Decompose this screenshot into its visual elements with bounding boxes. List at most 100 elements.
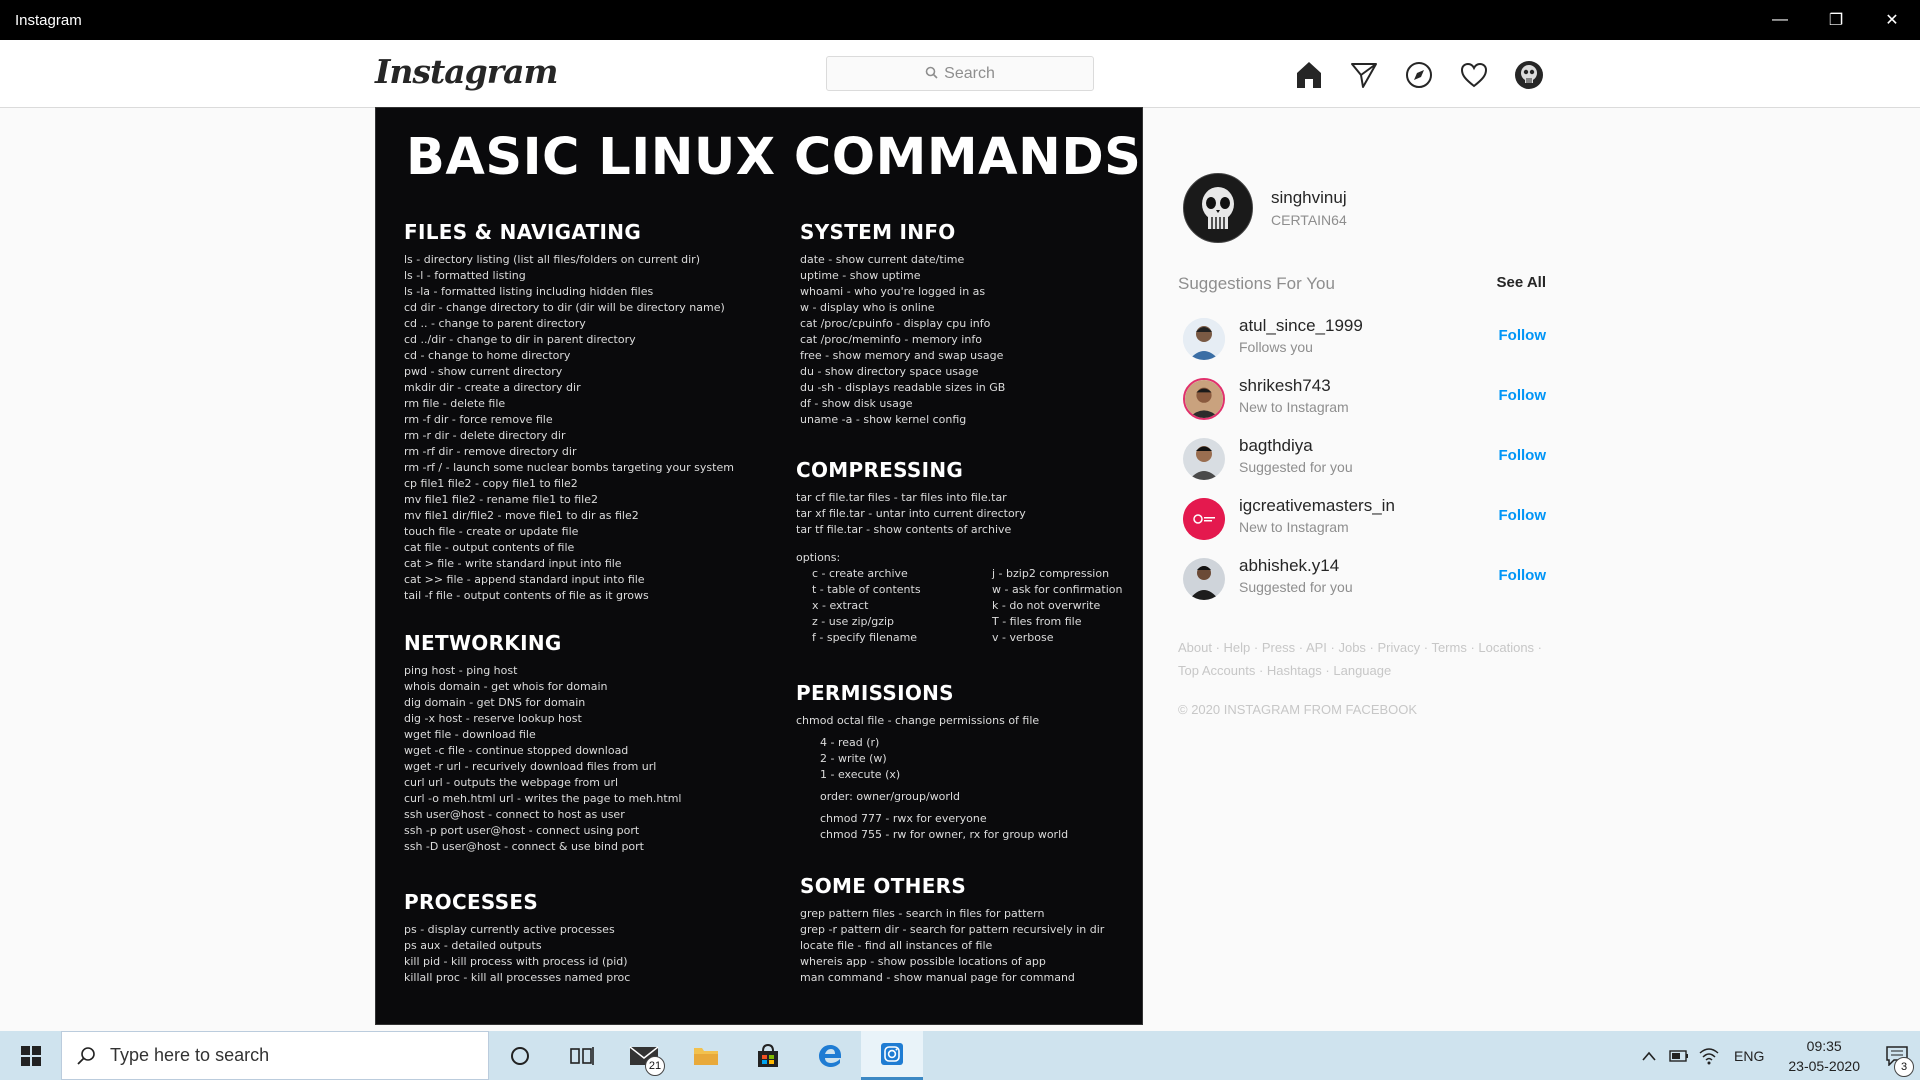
search-icon <box>925 66 938 82</box>
restore-button[interactable]: ❐ <box>1808 0 1864 40</box>
edge-browser-icon[interactable] <box>799 1031 861 1080</box>
command-line: T - files from file <box>992 615 1082 628</box>
command-line: rm file - delete file <box>404 397 506 410</box>
command-line: rm -r dir - delete directory dir <box>404 429 566 442</box>
footer-link-help[interactable]: Help <box>1224 640 1251 655</box>
suggestion-avatar[interactable] <box>1183 498 1225 540</box>
command-line: z - use zip/gzip <box>812 615 895 628</box>
minimize-button[interactable]: — <box>1752 0 1808 40</box>
command-line: cd .. - change to parent directory <box>404 317 586 330</box>
action-center-icon[interactable]: 3 <box>1874 1031 1920 1080</box>
section-lines: grep pattern files - search in files for… <box>800 906 1104 986</box>
clock[interactable]: 09:35 23-05-2020 <box>1774 1036 1874 1076</box>
follow-button[interactable]: Follow <box>1499 447 1547 464</box>
suggestion-avatar[interactable] <box>1183 438 1225 480</box>
command-line: rm -f dir - force remove file <box>404 413 553 426</box>
follow-button[interactable]: Follow <box>1499 327 1547 344</box>
post-image[interactable]: BASIC LINUX COMMANDS FILES & NAVIGATING … <box>375 107 1143 1025</box>
see-all-link[interactable]: See All <box>1497 274 1546 294</box>
follow-button[interactable]: Follow <box>1499 507 1547 524</box>
command-line: locate file - find all instances of file <box>800 939 993 952</box>
footer-link-press[interactable]: Press <box>1262 640 1295 655</box>
footer-link-hashtags[interactable]: Hashtags <box>1267 663 1322 678</box>
language-indicator[interactable]: ENG <box>1724 1048 1774 1064</box>
suggestion-username[interactable]: igcreativemasters_in <box>1239 496 1395 516</box>
command-line: x - extract <box>812 599 869 612</box>
task-view-icon[interactable] <box>551 1031 613 1080</box>
footer-link-jobs[interactable]: Jobs <box>1338 640 1365 655</box>
order-line: order: owner/group/world <box>820 790 960 803</box>
profile-avatar-icon[interactable] <box>1510 56 1547 93</box>
close-button[interactable]: ✕ <box>1864 0 1920 40</box>
command-line: ping host - ping host <box>404 664 518 677</box>
clock-time: 09:35 <box>1806 1037 1842 1054</box>
suggestion-username[interactable]: bagthdiya <box>1239 436 1313 456</box>
suggestion-username[interactable]: abhishek.y14 <box>1239 556 1339 576</box>
user-fullname: CERTAIN64 <box>1271 212 1347 228</box>
command-line: pwd - show current directory <box>404 365 563 378</box>
activity-heart-icon[interactable] <box>1455 56 1492 93</box>
section-heading: COMPRESSING <box>796 458 964 482</box>
section-others: SOME OTHERS grep pattern files - search … <box>800 874 1104 986</box>
suggestion-avatar[interactable] <box>1183 378 1225 420</box>
command-line: wget -r url - recurively download files … <box>404 760 657 773</box>
suggestion-username[interactable]: atul_since_1999 <box>1239 316 1363 336</box>
command-line: grep pattern files - search in files for… <box>800 907 1045 920</box>
suggestion-avatar[interactable] <box>1183 318 1225 360</box>
footer-link-locations[interactable]: Locations <box>1478 640 1534 655</box>
command-line: dig domain - get DNS for domain <box>404 696 586 709</box>
section-heading: PERMISSIONS <box>796 681 954 705</box>
command-line: ls -l - formatted listing <box>404 269 526 282</box>
instagram-taskbar-icon[interactable] <box>861 1031 923 1080</box>
footer-link-privacy[interactable]: Privacy <box>1378 640 1421 655</box>
instagram-logo[interactable]: Instagram <box>375 52 558 91</box>
command-line: tail -f file - output contents of file a… <box>404 589 649 602</box>
user-name[interactable]: singhvinuj <box>1271 188 1347 208</box>
follow-button[interactable]: Follow <box>1499 567 1547 584</box>
command-line: tar tf file.tar - show contents of archi… <box>796 523 1012 536</box>
home-icon[interactable] <box>1290 56 1327 93</box>
search-input[interactable]: Search <box>826 56 1094 91</box>
direct-message-icon[interactable] <box>1345 56 1382 93</box>
section-heading: SYSTEM INFO <box>800 220 956 244</box>
options-right: j - bzip2 compression w - ask for confirm… <box>976 566 1136 646</box>
cortana-icon[interactable] <box>489 1031 551 1080</box>
command-line: ps aux - detailed outputs <box>404 939 542 952</box>
section-lines: tar cf file.tar files - tar files into f… <box>796 490 1136 538</box>
file-explorer-icon[interactable] <box>675 1031 737 1080</box>
footer-link-language[interactable]: Language <box>1333 663 1391 678</box>
command-line: tar xf file.tar - untar into current dir… <box>796 507 1026 520</box>
command-line: tar cf file.tar files - tar files into f… <box>796 491 1007 504</box>
clock-date: 23-05-2020 <box>1788 1057 1860 1074</box>
follow-button[interactable]: Follow <box>1499 387 1547 404</box>
explore-icon[interactable] <box>1400 56 1437 93</box>
suggestion-row: atul_since_1999 Follows you Follow <box>1178 308 1546 368</box>
command-line: cat > file - write standard input into f… <box>404 557 622 570</box>
footer-link-top-accounts[interactable]: Top Accounts <box>1178 663 1255 678</box>
options-label: options: <box>796 551 841 564</box>
taskbar-search-input[interactable]: Type here to search <box>61 1031 489 1080</box>
battery-icon[interactable] <box>1664 1031 1694 1080</box>
command-line: mv file1 file2 - rename file1 to file2 <box>404 493 598 506</box>
command-line: k - do not overwrite <box>992 599 1101 612</box>
command-line: cd dir - change directory to dir (dir wi… <box>404 301 725 314</box>
suggestion-reason: Suggested for you <box>1239 579 1353 595</box>
suggestion-reason: New to Instagram <box>1239 519 1349 535</box>
store-icon[interactable] <box>737 1031 799 1080</box>
user-avatar[interactable] <box>1183 173 1253 243</box>
section-processes: PROCESSES ps - display currently active … <box>404 890 630 986</box>
command-line: rm -rf dir - remove directory dir <box>404 445 577 458</box>
command-line: cd - change to home directory <box>404 349 571 362</box>
mail-app-icon[interactable]: 21 <box>613 1031 675 1080</box>
suggestion-avatar[interactable] <box>1183 558 1225 600</box>
section-heading: SOME OTHERS <box>800 874 967 898</box>
footer-link-about[interactable]: About <box>1178 640 1212 655</box>
footer-link-terms[interactable]: Terms <box>1431 640 1466 655</box>
command-line: 2 - write (w) <box>820 752 887 765</box>
wifi-icon[interactable] <box>1694 1031 1724 1080</box>
suggestion-row: abhishek.y14 Suggested for you Follow <box>1178 548 1546 608</box>
start-button[interactable] <box>0 1031 61 1080</box>
chevron-up-icon[interactable] <box>1634 1031 1664 1080</box>
footer-link-api[interactable]: API <box>1306 640 1327 655</box>
suggestion-username[interactable]: shrikesh743 <box>1239 376 1331 396</box>
